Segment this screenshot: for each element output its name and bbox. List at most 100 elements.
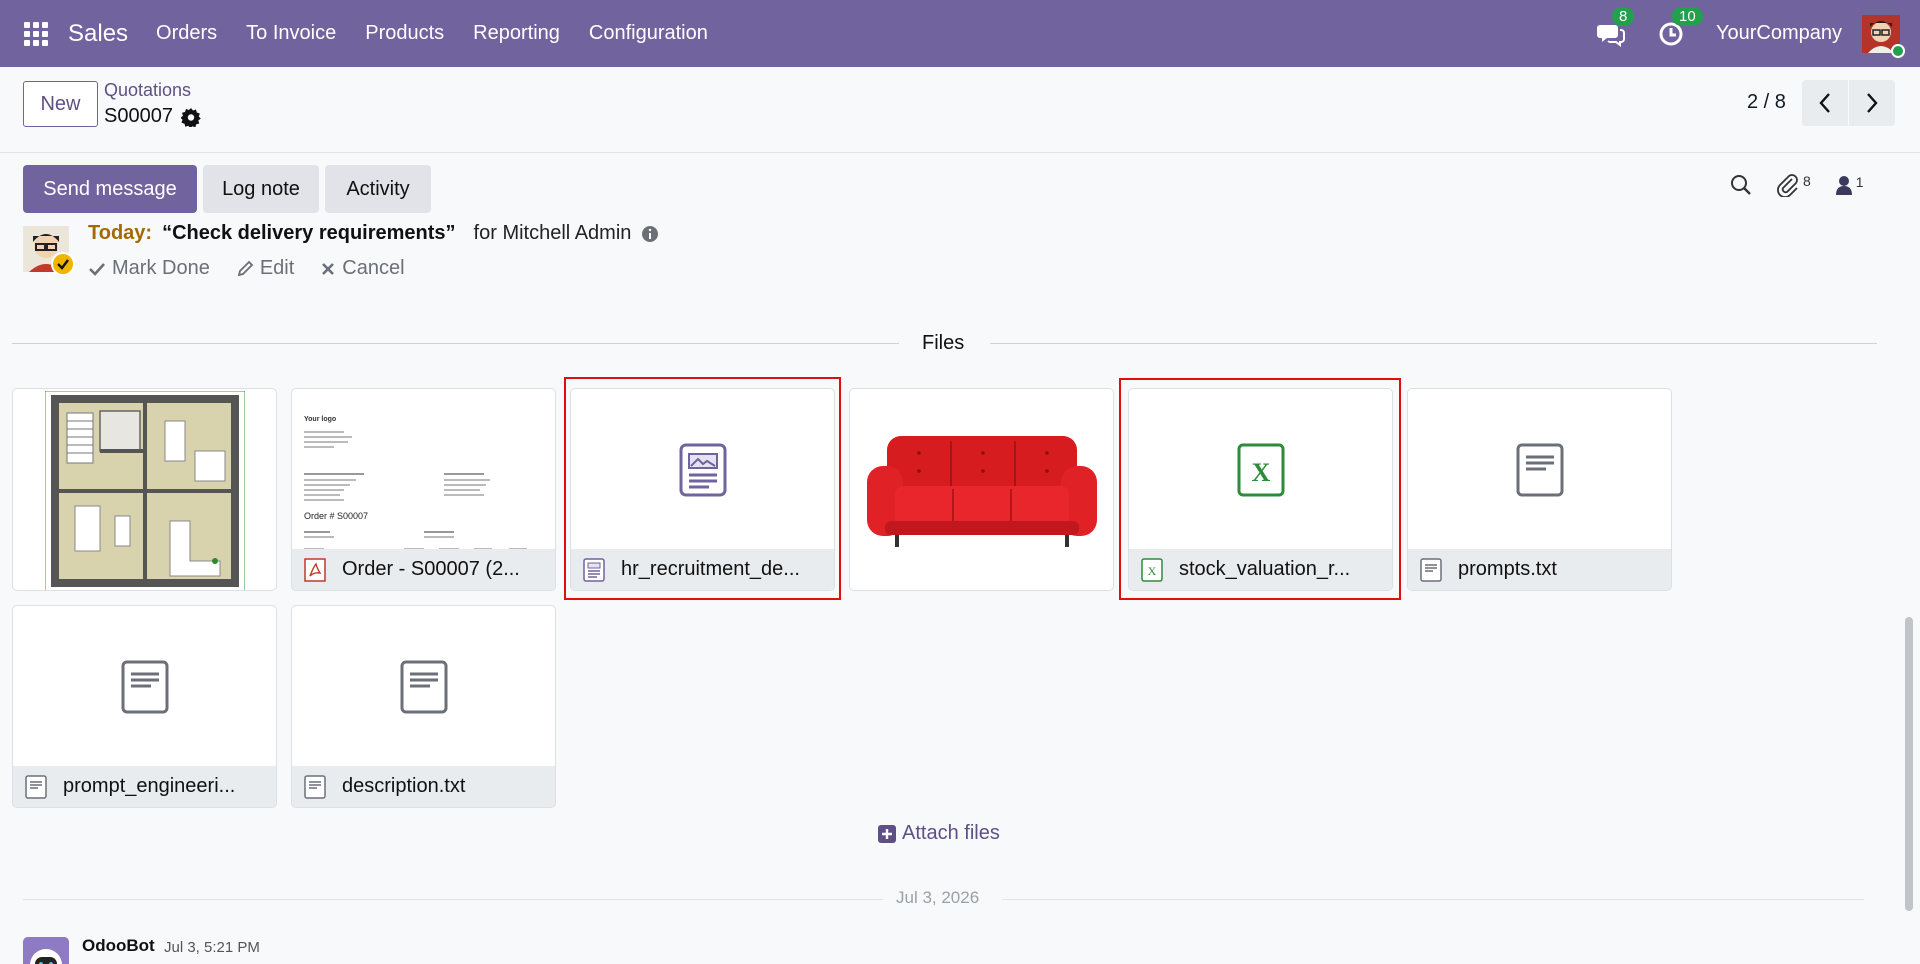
floorplan-image [13, 389, 276, 590]
robot-icon [23, 937, 69, 964]
mark-done-label: Mark Done [112, 257, 210, 279]
attachment-caption: description.txt [292, 766, 555, 807]
breadcrumb-quotations[interactable]: Quotations [104, 80, 191, 101]
pager-next-button[interactable] [1849, 80, 1895, 126]
cancel-activity-button[interactable]: Cancel [320, 257, 405, 280]
edit-activity-button[interactable]: Edit [236, 257, 294, 280]
menu-orders[interactable]: Orders [156, 22, 217, 45]
attach-files-label: Attach files [902, 822, 1000, 844]
attachment-card-pdf[interactable]: Your logo Order # S00007 Order - S00007 … [291, 388, 556, 591]
activities-badge: 10 [1671, 6, 1703, 26]
text-preview [292, 606, 555, 768]
message-date: Jul 3, 5:21 PM [164, 939, 260, 956]
app-name[interactable]: Sales [68, 20, 128, 48]
cancel-label: Cancel [342, 257, 405, 279]
attachments-button[interactable]: 8 [1776, 173, 1811, 197]
vertical-scrollbar[interactable] [1905, 617, 1913, 911]
attachment-card-prompt-engineering[interactable]: prompt_engineeri... [12, 605, 277, 808]
followers-button[interactable]: 1 [1835, 174, 1864, 196]
attachment-card-floorplan[interactable] [12, 388, 277, 591]
attachment-name: prompt_engineeri... [63, 775, 236, 797]
menu-configuration[interactable]: Configuration [589, 22, 708, 45]
activity-due-label: Today: [88, 222, 153, 244]
top-navbar: Sales Orders To Invoice Products Reporti… [0, 0, 1920, 67]
attachment-name: hr_recruitment_de... [621, 558, 800, 580]
send-message-button[interactable]: Send message [23, 165, 197, 213]
document-file-icon [679, 443, 726, 497]
attachment-card-prompts[interactable]: prompts.txt [1407, 388, 1672, 591]
info-icon[interactable] [641, 225, 659, 243]
pdf-logo-text: Your logo [304, 416, 336, 423]
text-file-icon [25, 774, 47, 799]
gear-icon[interactable] [180, 107, 201, 127]
search-messages-button[interactable] [1730, 174, 1752, 196]
text-file-icon [121, 660, 168, 714]
text-preview [13, 606, 276, 768]
menu-products[interactable]: Products [365, 22, 444, 45]
date-divider-right [1002, 899, 1864, 900]
attachment-card-description[interactable]: description.txt [291, 605, 556, 808]
text-file-icon [400, 660, 447, 714]
record-name: S00007 [104, 105, 173, 127]
attachment-name: Order - S00007 (2... [342, 558, 520, 580]
activities-button[interactable]: 10 [1656, 6, 1703, 49]
pdf-heading-text: Order # S00007 [304, 511, 368, 521]
attachments-count: 8 [1803, 173, 1811, 189]
attachment-caption: prompts.txt [1408, 549, 1671, 590]
attachment-card-stock-valuation[interactable]: X X stock_valuation_r... [1128, 388, 1393, 591]
odoobot-avatar[interactable] [23, 937, 69, 964]
spreadsheet-preview: X [1129, 389, 1392, 551]
text-file-icon [1420, 557, 1442, 582]
mark-done-button[interactable]: Mark Done [88, 257, 210, 280]
company-switcher[interactable]: YourCompany [1716, 22, 1842, 45]
pencil-icon [237, 260, 254, 276]
text-preview [1408, 389, 1671, 551]
apps-menu-icon[interactable] [24, 20, 52, 48]
log-note-button[interactable]: Log note [203, 165, 319, 213]
user-avatar[interactable] [1862, 14, 1905, 58]
chevron-left-icon [1819, 93, 1830, 113]
message-author[interactable]: OdooBot [82, 936, 155, 956]
date-divider-left [23, 899, 883, 900]
activity-actions: Mark Done Edit Cancel [88, 257, 405, 280]
plus-square-icon [878, 824, 896, 843]
attachment-caption: prompt_engineeri... [13, 766, 276, 807]
document-file-icon [583, 557, 605, 582]
attachment-card-hr-recruitment[interactable]: hr_recruitment_de... [570, 388, 835, 591]
user-icon [1835, 176, 1852, 195]
files-title: Files [922, 332, 965, 354]
activity-header: Today: “Check delivery requirements” for… [88, 222, 659, 245]
attachment-name: prompts.txt [1458, 558, 1557, 580]
files-divider-left [12, 343, 899, 344]
sofa-image [850, 389, 1113, 590]
pdf-file-icon [304, 557, 326, 582]
menu-to-invoice[interactable]: To Invoice [246, 22, 336, 45]
messaging-button[interactable]: 8 [1596, 6, 1635, 49]
spreadsheet-file-icon: X [1237, 443, 1284, 497]
spreadsheet-file-icon: X [1141, 557, 1163, 582]
control-panel: New Quotations S00007 2 / 8 [0, 67, 1920, 153]
edit-label: Edit [259, 257, 295, 279]
paperclip-icon [1777, 174, 1798, 197]
pager-value[interactable]: 2 / 8 [1747, 91, 1786, 114]
activity-button[interactable]: Activity [325, 165, 431, 213]
chevron-right-icon [1867, 93, 1878, 113]
text-file-icon [304, 774, 326, 799]
followers-count: 1 [1855, 174, 1864, 190]
activity-assignee: for Mitchell Admin [473, 222, 632, 244]
attachment-name: description.txt [342, 775, 466, 797]
svg-text:X: X [1148, 564, 1157, 578]
pager-previous-button[interactable] [1802, 80, 1848, 126]
attachment-card-sofa[interactable] [849, 388, 1114, 591]
activity-status-icon [51, 252, 75, 276]
search-icon [1731, 175, 1751, 195]
attach-files-button[interactable]: Attach files [878, 822, 1000, 845]
document-preview [571, 389, 834, 551]
close-icon [322, 262, 335, 275]
new-button[interactable]: New [23, 81, 98, 127]
menu-reporting[interactable]: Reporting [473, 22, 560, 45]
files-divider-right [990, 343, 1877, 344]
pdf-preview: Your logo Order # S00007 [292, 389, 555, 551]
check-icon [89, 262, 105, 276]
breadcrumb-current: S00007 [104, 105, 201, 128]
